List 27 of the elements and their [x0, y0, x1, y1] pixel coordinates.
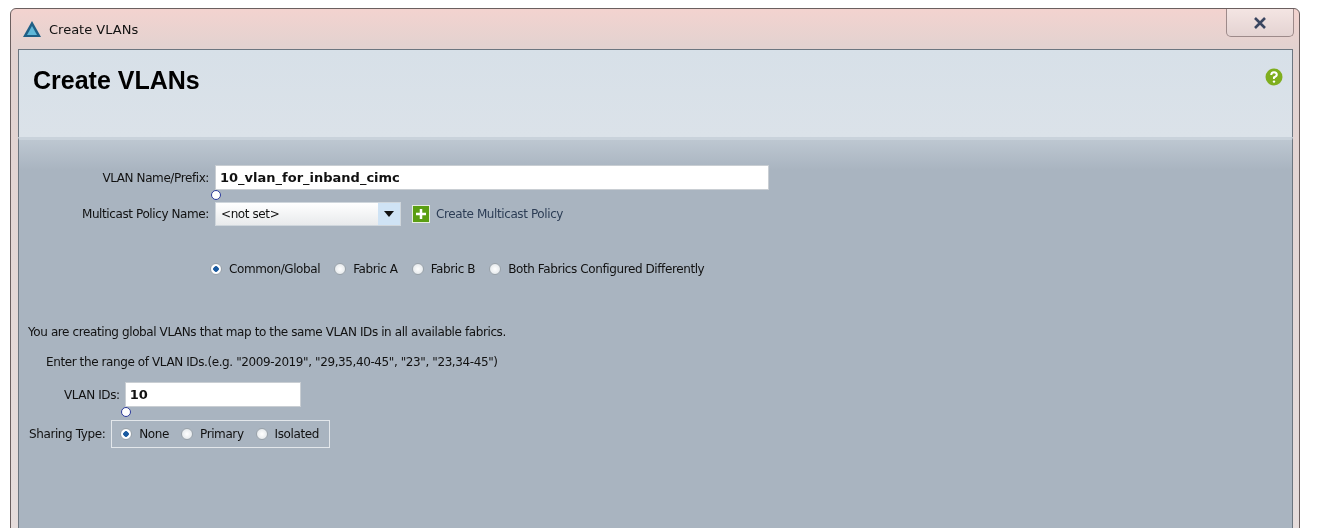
info-icon [211, 190, 221, 200]
window-title: Create VLANs [49, 21, 139, 37]
policy-dropdown[interactable]: <not set> [215, 202, 401, 226]
fabric-radio[interactable]: Both Fabrics Configured Differently [489, 262, 705, 276]
dialog-heading: Create VLANs [33, 66, 200, 94]
sharing-radio[interactable]: Primary [181, 427, 244, 441]
field-label: Multicast Policy Name: [80, 207, 210, 221]
triangle-logo-icon [23, 21, 41, 37]
close-button[interactable] [1226, 9, 1294, 37]
create-policy-link[interactable]: Create Multicast Policy [436, 207, 564, 221]
help-icon[interactable] [1265, 68, 1283, 86]
plus-icon[interactable] [412, 205, 430, 223]
field-label: VLAN IDs: [64, 387, 121, 402]
name-input-field[interactable]: 10_vlan_for_inband_cimc [215, 165, 769, 190]
fabric-radio[interactable]: Fabric B [411, 262, 476, 276]
range-hint: Enter the range of VLAN IDs.(e.g. "2009-2019", "29,35,40-45", "23", "23,34-45") [46, 355, 499, 369]
sharing-radio[interactable]: Isolated [255, 427, 319, 441]
field-label: Sharing Type: [29, 427, 107, 441]
info-icon [120, 407, 131, 417]
caret-icon [384, 211, 394, 217]
fabric-radio[interactable]: Common/Global [210, 262, 321, 276]
info-text: You are creating global VLANs that map to the same VLAN IDs in all available fabrics. [28, 325, 507, 339]
vlan-ids-input-field[interactable]: 10 [124, 382, 301, 407]
close-icon [1253, 16, 1267, 29]
field-label: VLAN Name/Prefix: [101, 170, 210, 185]
sharing-radio[interactable]: None [120, 427, 169, 441]
fabric-radio[interactable]: Fabric A [334, 262, 398, 276]
